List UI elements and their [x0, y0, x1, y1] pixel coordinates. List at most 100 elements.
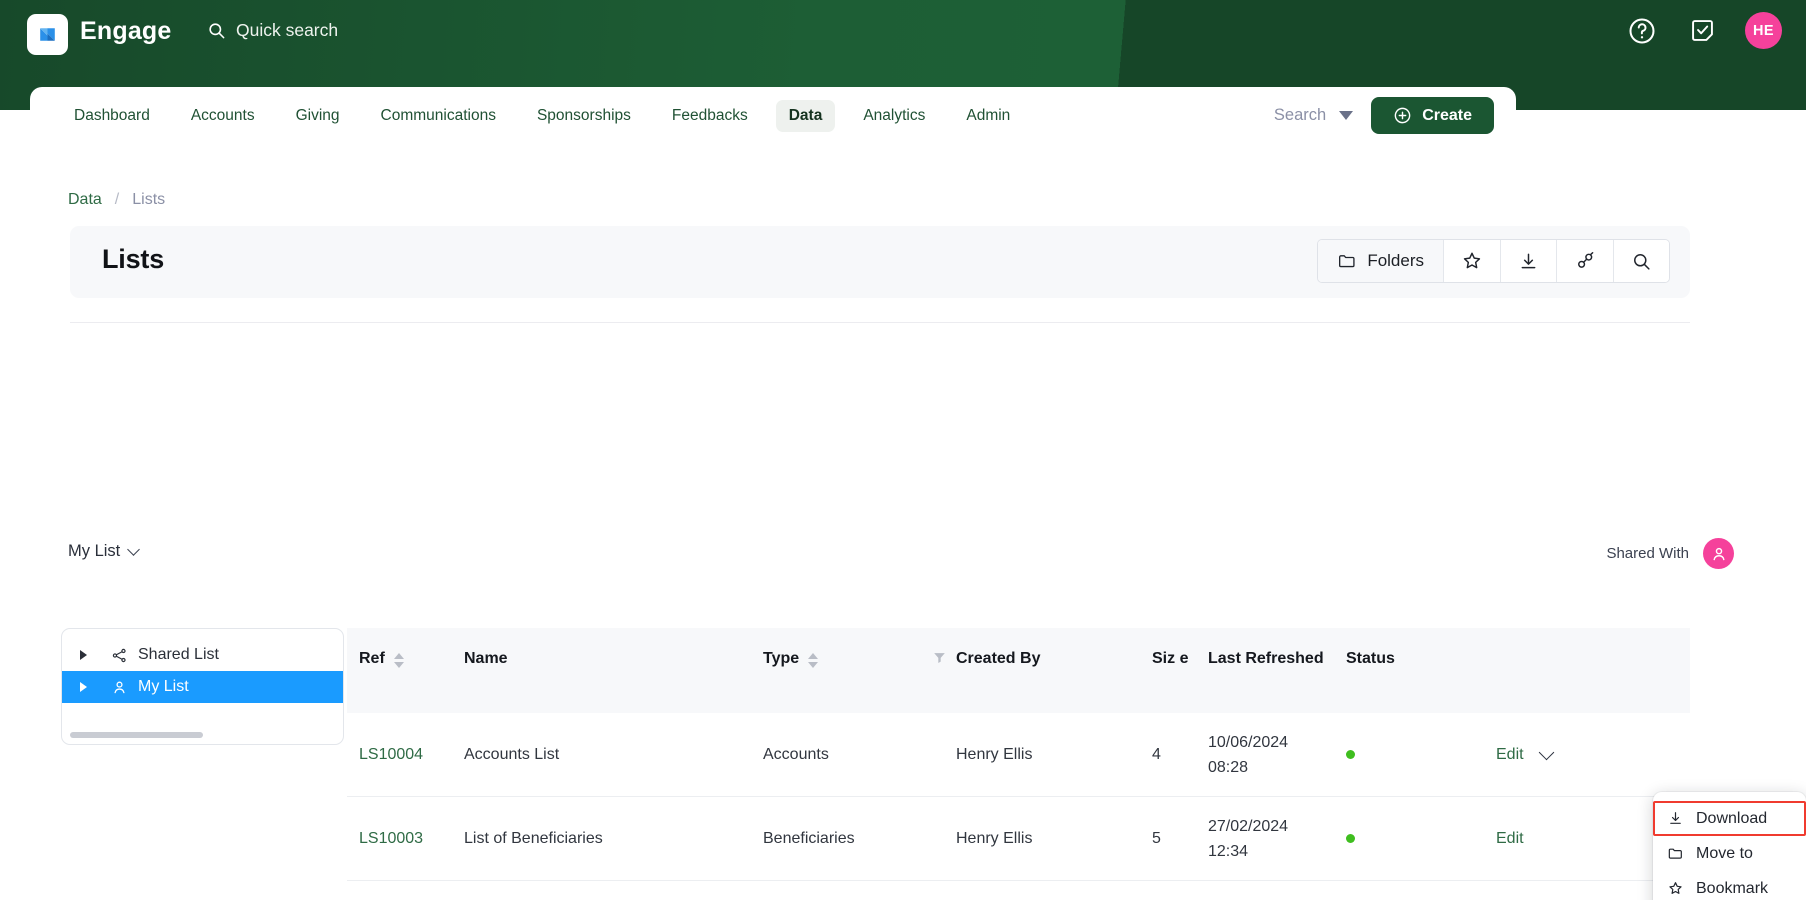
- edit-link[interactable]: Edit: [1496, 830, 1524, 848]
- nav-item-accounts[interactable]: Accounts: [178, 100, 268, 132]
- folder-tree-panel: Shared List My List: [61, 628, 344, 745]
- column-label: Created By: [956, 650, 1041, 667]
- column-header-status[interactable]: Status: [1346, 650, 1496, 668]
- page-title: Lists: [102, 244, 165, 274]
- cell-ref[interactable]: LS10004: [347, 746, 464, 764]
- nav-item-dashboard[interactable]: Dashboard: [61, 100, 163, 132]
- app-root: Engage Quick search HE Dashboard Account…: [0, 0, 1806, 900]
- filter-icon: [934, 653, 945, 663]
- pin-icon: [1578, 252, 1594, 268]
- column-label: Type: [763, 650, 800, 667]
- nav-item-communications[interactable]: Communications: [368, 100, 509, 132]
- menu-item-label: Bookmark: [1696, 879, 1769, 897]
- table-header-row: Ref Name Type Created By Siz e Last Refr…: [347, 628, 1690, 713]
- title-divider: [70, 322, 1690, 323]
- main-nav-bar: Dashboard Accounts Giving Communications…: [30, 87, 1516, 144]
- favorite-button[interactable]: [1444, 240, 1501, 282]
- table-search-button[interactable]: [1614, 240, 1669, 282]
- cell-ref[interactable]: LS10003: [347, 830, 464, 848]
- header-actions: HE: [1625, 12, 1782, 49]
- star-icon: [1669, 882, 1682, 894]
- table-row[interactable]: LS10004 Accounts List Accounts Henry Ell…: [347, 713, 1690, 797]
- folders-button[interactable]: Folders: [1318, 240, 1444, 282]
- list-selector[interactable]: My List: [68, 542, 141, 561]
- chevron-down-icon: [1339, 111, 1354, 120]
- menu-item-label: Move to: [1696, 844, 1753, 862]
- folders-label: Folders: [1367, 251, 1424, 270]
- plus-circle-icon: [1394, 107, 1411, 124]
- sort-toggle-icon[interactable]: [808, 653, 819, 668]
- menu-item-label: Download: [1696, 809, 1768, 827]
- nav-item-feedbacks[interactable]: Feedbacks: [659, 100, 761, 132]
- menu-item-download[interactable]: Download: [1653, 801, 1806, 836]
- shared-with-avatar[interactable]: [1703, 538, 1734, 569]
- column-label: Last Refreshed: [1208, 650, 1324, 667]
- cell-date: 10/06/2024: [1208, 733, 1289, 751]
- nav-item-giving[interactable]: Giving: [283, 100, 353, 132]
- search-dropdown[interactable]: Search: [1273, 106, 1354, 125]
- sort-toggle-icon[interactable]: [393, 653, 404, 668]
- cell-size: 5: [1152, 829, 1161, 847]
- tree-item-my-list[interactable]: My List: [62, 671, 343, 703]
- download-button[interactable]: [1501, 240, 1557, 282]
- quick-search-label: Quick search: [236, 20, 339, 40]
- row-menu-chevron-icon[interactable]: [1538, 744, 1554, 760]
- cell-created-by: Henry Ellis: [956, 829, 1033, 847]
- shared-with: Shared With: [1606, 538, 1734, 569]
- column-header-ref[interactable]: Ref: [347, 650, 464, 668]
- cell-time: 08:28: [1208, 758, 1249, 776]
- column-label: Status: [1346, 650, 1395, 667]
- tree-item-shared-list[interactable]: Shared List: [62, 639, 343, 671]
- nav-item-admin[interactable]: Admin: [953, 100, 1023, 132]
- nav-item-data[interactable]: Data: [775, 99, 836, 132]
- help-circle-icon[interactable]: [1625, 14, 1659, 48]
- my-list-dropdown-label: My List: [68, 542, 121, 560]
- breadcrumb: Data / Lists: [68, 191, 165, 209]
- tree-item-label: My List: [138, 678, 189, 695]
- create-button[interactable]: Create: [1371, 97, 1494, 134]
- nav-links: Dashboard Accounts Giving Communications…: [30, 99, 1038, 132]
- page-title-bar: Lists Folders: [70, 226, 1690, 298]
- expand-triangle-icon[interactable]: [80, 650, 87, 660]
- cell-status: [1346, 746, 1496, 764]
- column-label: Name: [464, 650, 508, 667]
- task-note-icon[interactable]: [1685, 14, 1719, 48]
- column-header-name[interactable]: Name: [464, 650, 763, 668]
- cell-last-refreshed: 10/06/2024 08:28: [1208, 730, 1346, 780]
- cell-time: 12:34: [1208, 842, 1249, 860]
- nav-item-sponsorships[interactable]: Sponsorships: [524, 100, 644, 132]
- column-header-last-refreshed[interactable]: Last Refreshed: [1208, 650, 1346, 668]
- folder-icon: [1339, 255, 1355, 268]
- folder-icon: [1668, 848, 1682, 859]
- user-avatar[interactable]: HE: [1745, 12, 1782, 49]
- lists-table: Ref Name Type Created By Siz e Last Refr…: [347, 628, 1690, 881]
- nav-item-analytics[interactable]: Analytics: [850, 100, 938, 132]
- download-icon: [1670, 812, 1681, 824]
- my-list-dropdown[interactable]: My List: [68, 542, 141, 561]
- column-filter-button[interactable]: [923, 650, 956, 665]
- cell-date: 27/02/2024: [1208, 817, 1289, 835]
- table-row[interactable]: LS10003 List of Beneficiaries Beneficiar…: [347, 797, 1690, 881]
- column-header-type[interactable]: Type: [763, 650, 923, 668]
- cell-type: Beneficiaries: [763, 829, 855, 847]
- app-logo[interactable]: [27, 14, 68, 55]
- breadcrumb-data[interactable]: Data: [68, 191, 102, 209]
- edit-link[interactable]: Edit: [1496, 746, 1524, 764]
- create-button-label: Create: [1422, 106, 1472, 124]
- cell-size: 4: [1152, 745, 1161, 763]
- download-icon: [1521, 253, 1536, 268]
- menu-item-bookmark[interactable]: Bookmark: [1653, 871, 1806, 900]
- expand-triangle-icon[interactable]: [80, 682, 87, 692]
- cell-type: Accounts: [763, 745, 829, 763]
- cell-name: Accounts List: [464, 745, 560, 763]
- cell-actions: Edit: [1496, 744, 1616, 764]
- search-icon: [1634, 253, 1650, 270]
- pin-button[interactable]: [1557, 240, 1614, 282]
- status-badge: [1346, 833, 1355, 843]
- search-dropdown-label: Search: [1273, 106, 1327, 124]
- menu-item-move-to[interactable]: Move to: [1653, 836, 1806, 871]
- column-header-size[interactable]: Siz e: [1152, 650, 1208, 668]
- quick-search-button[interactable]: Quick search: [207, 20, 338, 41]
- tree-horizontal-scrollbar[interactable]: [70, 732, 203, 738]
- column-header-created-by[interactable]: Created By: [956, 650, 1152, 668]
